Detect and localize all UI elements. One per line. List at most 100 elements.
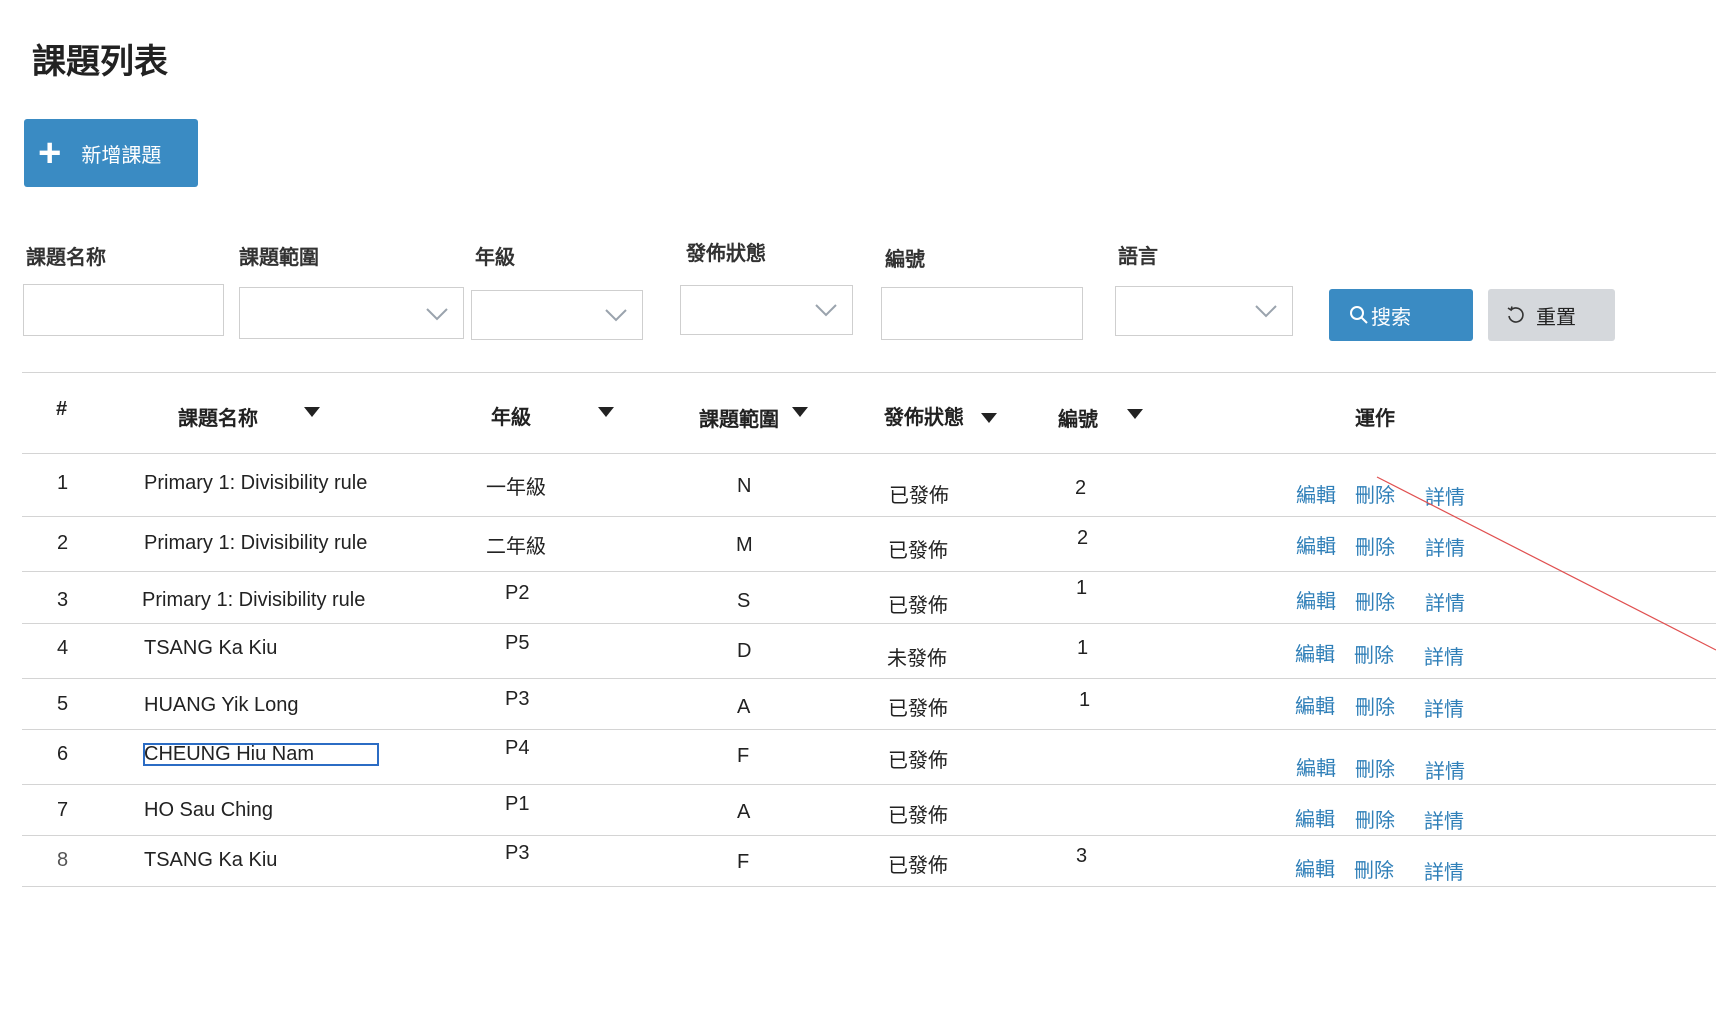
row-name: Primary 1: Divisibility rule <box>144 472 368 494</box>
row-grade: P4 <box>505 737 530 759</box>
filter-grade-label: 年級 <box>475 247 515 269</box>
table-header-divider <box>22 453 1716 454</box>
reset-button[interactable]: 重置 <box>1488 289 1615 341</box>
delete-link[interactable]: 刪除 <box>1354 854 1394 883</box>
delete-link[interactable]: 刪除 <box>1355 691 1395 720</box>
row-grade: P1 <box>505 793 530 815</box>
col-grade-header: 年級 <box>491 407 531 429</box>
page-title: 課題列表 <box>32 43 168 81</box>
row-divider <box>22 784 1716 785</box>
row-scope: D <box>737 640 752 662</box>
row-index: 5 <box>57 693 69 715</box>
row-name: TSANG Ka Kiu <box>144 637 278 659</box>
sort-grade-icon[interactable] <box>598 407 614 417</box>
row-name: CHEUNG Hiu Nam <box>144 743 315 765</box>
detail-link[interactable]: 詳情 <box>1425 532 1465 561</box>
filter-language-label: 語言 <box>1118 246 1158 268</box>
row-scope: S <box>737 590 751 612</box>
row-index: 6 <box>57 743 69 765</box>
row-grade: 一年級 <box>486 477 546 499</box>
sort-scope-icon[interactable] <box>792 407 808 417</box>
detail-link[interactable]: 詳情 <box>1424 856 1464 885</box>
row-divider <box>22 571 1716 572</box>
row-status: 已發佈 <box>888 698 948 720</box>
table-top-border <box>22 372 1716 373</box>
reset-label: 重置 <box>1536 306 1576 329</box>
row-index: 8 <box>57 849 69 871</box>
search-button[interactable]: 搜索 <box>1329 289 1473 341</box>
row-status: 已發佈 <box>888 595 948 617</box>
search-icon <box>1350 306 1368 324</box>
row-index: 2 <box>57 532 69 554</box>
edit-link[interactable]: 編輯 <box>1296 752 1336 781</box>
row-scope: F <box>737 745 750 767</box>
chevron-down-icon <box>426 308 448 321</box>
delete-link[interactable]: 刪除 <box>1355 531 1395 560</box>
row-scope: F <box>737 851 750 873</box>
row-scope: M <box>736 534 753 556</box>
row-code: 1 <box>1076 577 1088 599</box>
filter-grade-select[interactable] <box>471 290 643 340</box>
edit-link[interactable]: 編輯 <box>1295 638 1335 667</box>
col-index-header: # <box>56 398 68 420</box>
row-name: Primary 1: Divisibility rule <box>142 589 366 611</box>
row-index: 7 <box>57 799 69 821</box>
row-divider <box>22 729 1716 730</box>
row-index: 1 <box>57 472 69 494</box>
reset-icon <box>1507 306 1524 323</box>
topic-list-page: 課題列表 + 新增課題 課題名称 課題範圍 年級 發佈狀態 編號 語言 搜索 重… <box>0 0 1716 1020</box>
edit-link[interactable]: 編輯 <box>1296 479 1336 508</box>
filter-code-label: 編號 <box>885 249 925 271</box>
row-divider <box>22 516 1716 517</box>
table-bottom-border <box>22 886 1716 887</box>
sort-status-icon[interactable] <box>981 413 997 423</box>
detail-link[interactable]: 詳情 <box>1424 641 1464 670</box>
edit-link[interactable]: 編輯 <box>1295 690 1335 719</box>
edit-link[interactable]: 編輯 <box>1295 853 1335 882</box>
row-name: HO Sau Ching <box>144 799 273 821</box>
col-code-header: 編號 <box>1058 409 1098 431</box>
detail-link[interactable]: 詳情 <box>1425 481 1465 510</box>
filter-status-select[interactable] <box>680 285 853 335</box>
row-grade: P3 <box>505 688 530 710</box>
detail-link[interactable]: 詳情 <box>1425 755 1465 784</box>
delete-link[interactable]: 刪除 <box>1355 586 1395 615</box>
sort-name-icon[interactable] <box>304 407 320 417</box>
row-grade: P3 <box>505 842 530 864</box>
filter-scope-select[interactable] <box>239 287 464 339</box>
edit-link[interactable]: 編輯 <box>1295 803 1335 832</box>
detail-link[interactable]: 詳情 <box>1424 693 1464 722</box>
delete-link[interactable]: 刪除 <box>1355 804 1395 833</box>
search-label: 搜索 <box>1371 306 1411 329</box>
filter-scope-label: 課題範圍 <box>239 247 319 269</box>
delete-link[interactable]: 刪除 <box>1355 753 1395 782</box>
row-name: TSANG Ka Kiu <box>144 849 278 871</box>
add-topic-button[interactable]: + 新增課題 <box>24 119 198 187</box>
detail-link[interactable]: 詳情 <box>1424 805 1464 834</box>
sort-code-icon[interactable] <box>1127 409 1143 419</box>
edit-link[interactable]: 編輯 <box>1296 530 1336 559</box>
filter-language-select[interactable] <box>1115 286 1293 336</box>
edit-link[interactable]: 編輯 <box>1296 585 1336 614</box>
filter-name-input[interactable] <box>23 284 224 336</box>
row-status: 已發佈 <box>888 855 948 877</box>
row-code: 1 <box>1079 689 1091 711</box>
row-grade: P5 <box>505 632 530 654</box>
filter-code-input[interactable] <box>881 287 1083 340</box>
row-divider <box>22 835 1716 836</box>
row-status: 未發佈 <box>887 648 947 670</box>
row-code: 2 <box>1077 527 1089 549</box>
row-grade: 二年級 <box>486 536 546 558</box>
delete-link[interactable]: 刪除 <box>1355 479 1395 508</box>
row-code: 3 <box>1076 845 1088 867</box>
row-name: HUANG Yik Long <box>144 694 299 716</box>
chevron-down-icon <box>605 309 627 322</box>
delete-link[interactable]: 刪除 <box>1354 639 1394 668</box>
row-divider <box>22 678 1716 679</box>
col-status-header: 發佈狀態 <box>884 407 964 429</box>
row-code: 2 <box>1075 477 1087 499</box>
chevron-down-icon <box>1255 305 1277 318</box>
detail-link[interactable]: 詳情 <box>1425 587 1465 616</box>
col-name-header: 課題名称 <box>178 408 258 430</box>
row-grade: P2 <box>505 582 530 604</box>
